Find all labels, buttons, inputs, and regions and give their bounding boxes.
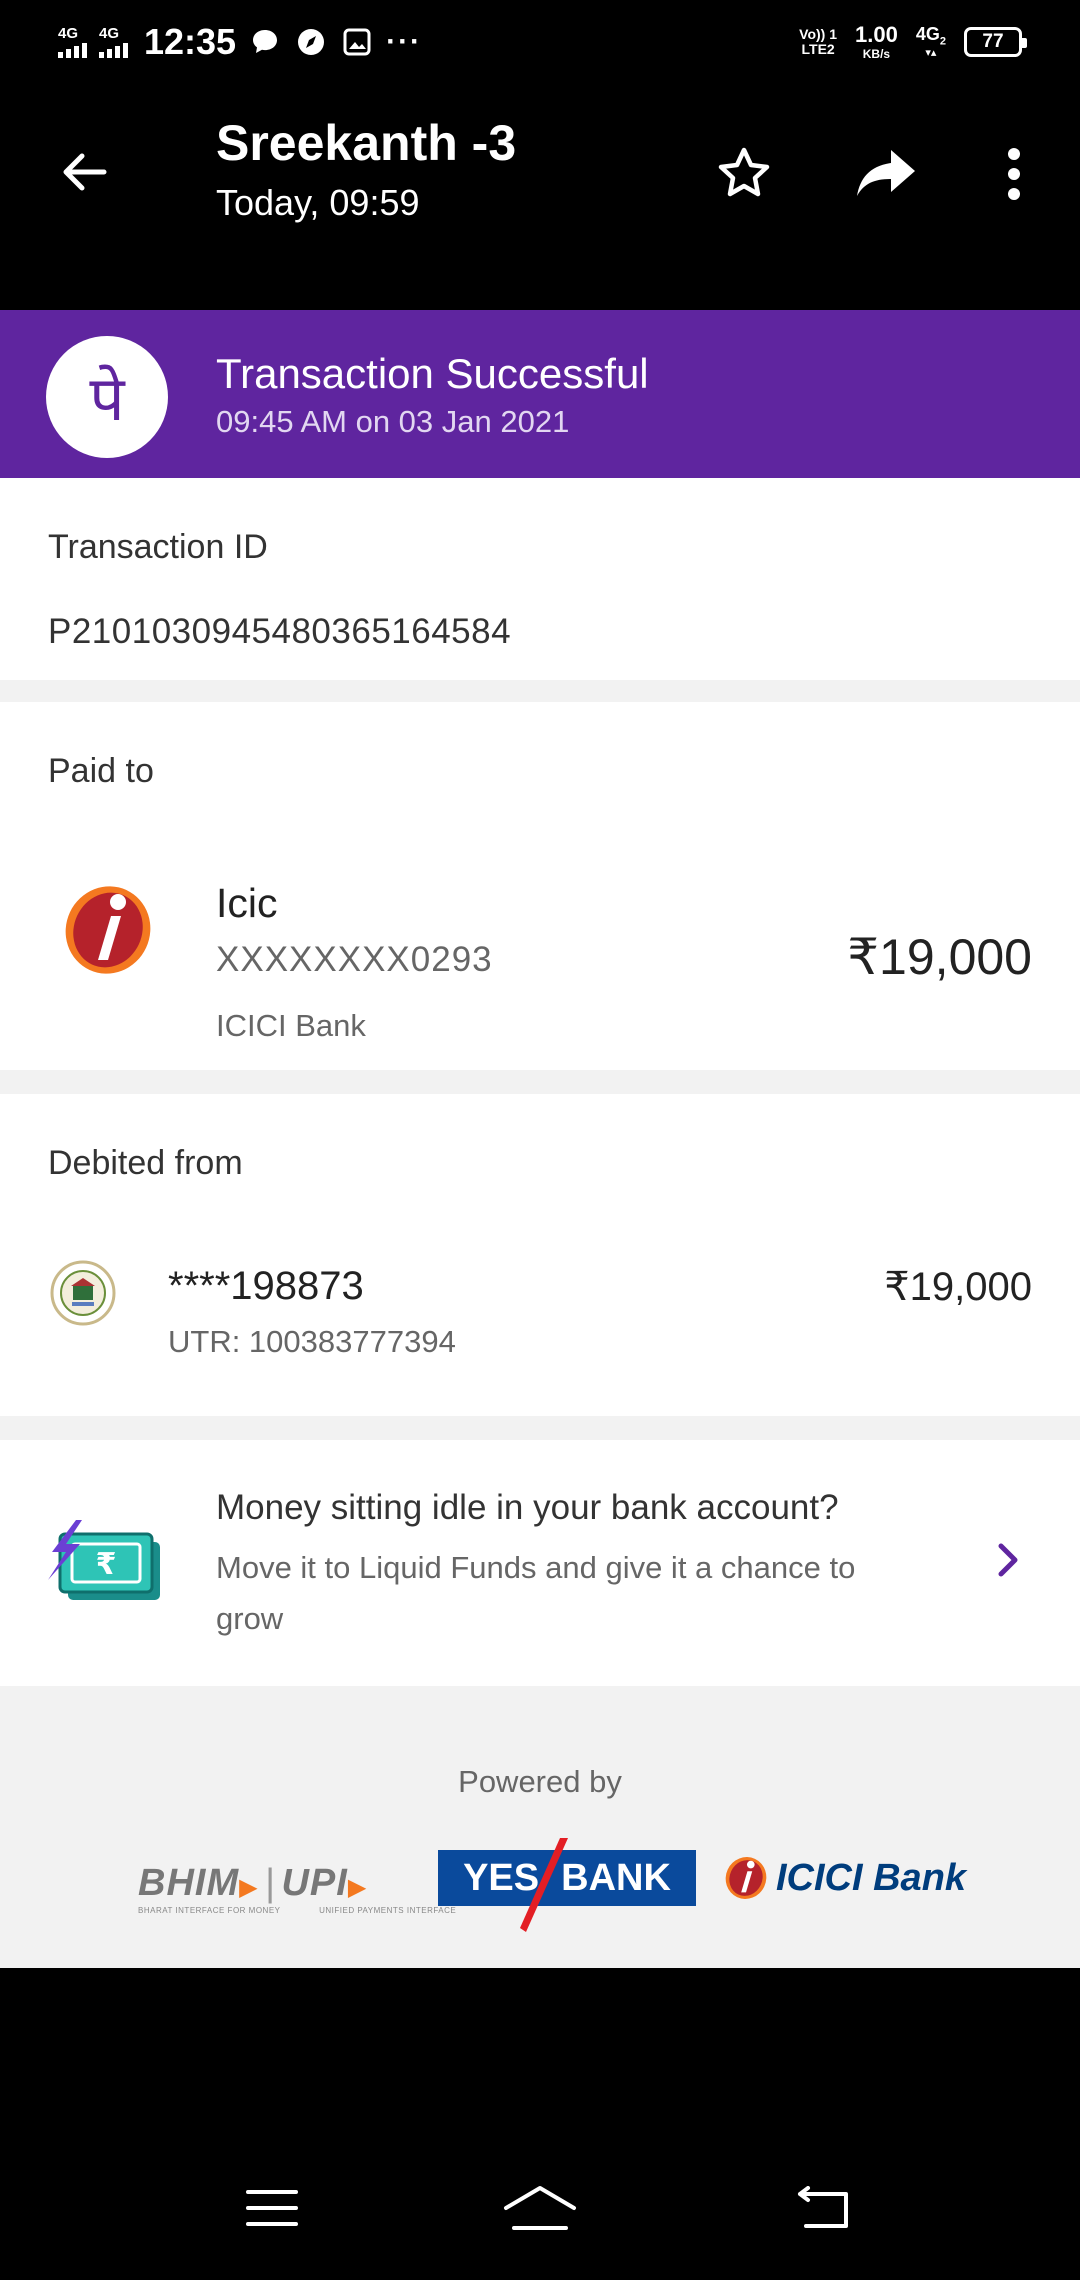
success-banner: पे Transaction Successful 09:45 AM on 03… [0,310,1080,478]
navigation-bar [0,1968,1080,2280]
paid-to-section: Paid to Icic XXXXXXXX0293 ICICI Bank ₹19… [0,702,1080,1070]
bhim-text: BHIM [138,1862,240,1904]
status-time: 12:35 [144,21,237,62]
status-right: Vo)) 1 LTE2 1.00 KB/s 4G2 ▾▴ 77 [799,20,1027,64]
cash-lightning-icon: ₹ [46,1520,166,1610]
icici-brand-icon [725,1857,767,1899]
compass-icon [294,25,328,59]
transaction-id-value[interactable]: P2101030945480365164584 [48,612,511,652]
overflow-menu-icon [1008,148,1020,200]
promo-text: Move it to Liquid Funds and give it a ch… [216,1550,856,1636]
payee-account: XXXXXXXX0293 [216,940,493,979]
chevron-right-icon[interactable] [980,1532,1036,1588]
debit-account: ****198873 [168,1264,364,1308]
paid-to-label: Paid to [48,752,154,790]
debited-from-section: Debited from ****198873 UTR: 10038377739… [0,1094,1080,1416]
svg-text:₹: ₹ [96,1547,117,1582]
overflow-menu-button[interactable] [976,136,1052,212]
sim2-label: 4G [99,25,120,42]
chat-title: Sreekanth -3 [216,115,517,171]
bhim-upi-logo: BHIM▶ | UPI▶ [138,1862,368,1904]
battery-level: 77 [982,31,1004,52]
more-dots-icon: ··· [386,25,423,58]
powered-by-label: Powered by [458,1764,622,1799]
upi-tagline-text: UNIFIED PAYMENTS INTERFACE [319,1906,457,1915]
menu-icon [246,2190,298,2226]
upi-text: UPI [281,1862,348,1904]
transaction-id-label: Transaction ID [48,528,268,566]
volte-top: Vo)) 1 [799,26,838,43]
transaction-id-section: Transaction ID P2101030945480365164584 [0,478,1080,680]
bhim-tagline: BHARAT INTERFACE FOR MONEY UNIFIED PAYME… [138,1906,456,1915]
star-icon [718,147,770,197]
network-type-icon: 4G2 ▾▴ [915,24,946,59]
sim2-signal-icon: 4G [99,26,128,58]
speed-unit: KB/s [862,47,891,61]
payee-name: Icic [216,880,278,926]
chat-bubble-icon [248,25,282,59]
volte-bottom: LTE2 [801,41,835,57]
phonepe-logo-glyph: पे [89,362,125,435]
transaction-card: पे Transaction Successful 09:45 AM on 03… [0,310,1080,1968]
status-title: Transaction Successful [216,350,649,397]
icici-bank-text: ICICI Bank [776,1856,967,1899]
share-icon [857,150,915,196]
chat-subtitle: Today, 09:59 [216,182,420,223]
paid-amount: ₹19,000 [847,929,1032,985]
volte-indicator: Vo)) 1 LTE2 [799,27,837,56]
status-bar: 4G 4G 12:35 ··· Vo)) 1 LTE2 1.00 KB/s 4G… [0,0,1080,84]
menu-button[interactable] [222,2168,322,2248]
bank-emblem-icon [50,1260,116,1326]
network-speed: 1.00 KB/s [855,22,898,61]
back-icon [798,2186,848,2228]
app-bar: Sreekanth -3 Today, 09:59 [0,84,1080,310]
speed-value: 1.00 [855,22,898,47]
gallery-icon [340,25,374,59]
sim1-label: 4G [58,25,79,42]
sim1-signal-icon: 4G [58,26,87,58]
debit-amount: ₹19,000 [884,1265,1032,1309]
status-left: 4G 4G 12:35 ··· [58,18,422,66]
debit-utr[interactable]: UTR: 100383777394 [168,1324,456,1360]
status-timestamp: 09:45 AM on 03 Jan 2021 [216,404,570,439]
battery-icon: 77 [964,27,1027,57]
back-button[interactable] [48,136,120,208]
bank-text: BANK [561,1856,671,1899]
share-button[interactable] [848,136,924,212]
bhim-tagline-text: BHARAT INTERFACE FOR MONEY [138,1906,281,1915]
debited-from-label: Debited from [48,1144,243,1182]
network-sub: 2 [939,35,946,48]
promo-title: Money sitting idle in your bank account? [216,1488,839,1527]
back-nav-button[interactable] [774,2168,874,2248]
icici-logo-icon [58,880,158,980]
icici-bank-logo: ICICI Bank [722,1852,966,1904]
home-button[interactable] [490,2168,590,2248]
powered-by-section: Powered by BHIM▶ | UPI▶ BHARAT INTERFACE F… [0,1686,1080,1968]
phonepe-logo: पे [46,336,168,458]
liquid-funds-promo[interactable]: ₹ Money sitting idle in your bank accoun… [0,1440,1080,1686]
payee-bank: ICICI Bank [216,1008,366,1043]
star-button[interactable] [706,136,782,212]
yes-bank-slash-icon [520,1838,568,1932]
network-label: 4G [915,24,940,45]
back-arrow-icon [63,153,107,191]
home-icon [504,2186,576,2230]
